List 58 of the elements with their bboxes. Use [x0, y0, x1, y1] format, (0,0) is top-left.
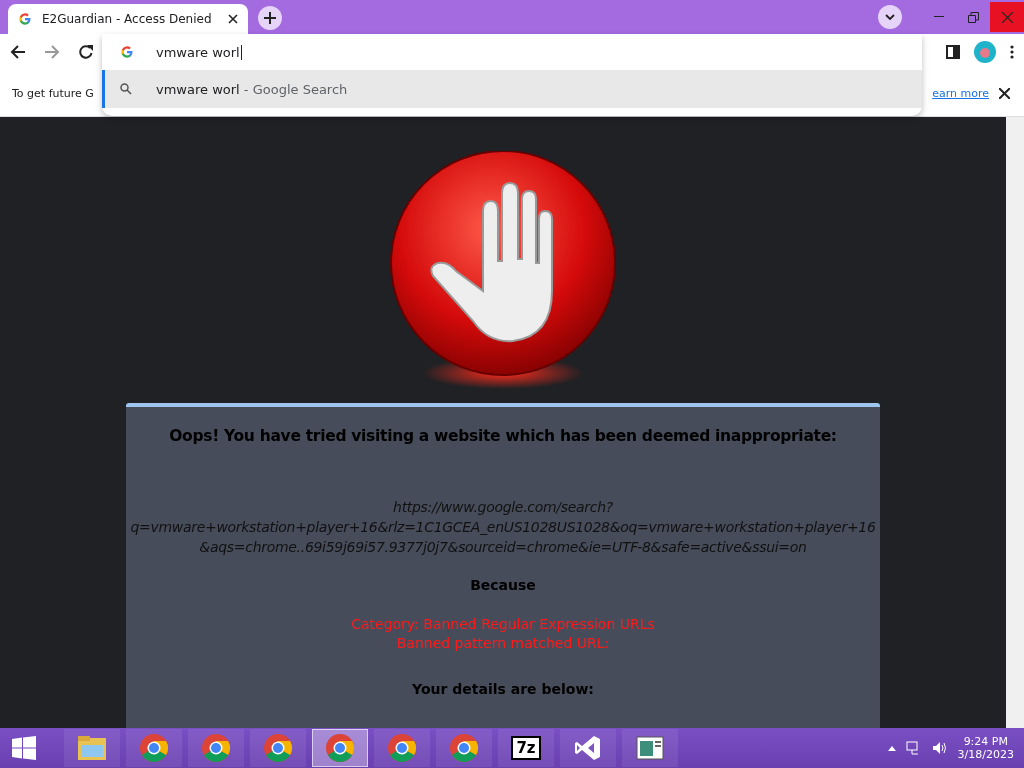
tab-search-button[interactable]: [878, 5, 902, 29]
volume-icon[interactable]: [931, 741, 948, 755]
because-label: Because: [470, 577, 536, 593]
favicon-icon: [18, 12, 32, 26]
card-heading: Oops! You have tried visiting a website which has been deemed inappropriate:: [169, 427, 837, 445]
address-input[interactable]: vmware worl: [156, 44, 242, 60]
new-tab-button[interactable]: [258, 6, 282, 30]
taskbar-button[interactable]: [250, 729, 306, 767]
taskbar-button[interactable]: 7z: [498, 729, 554, 767]
minimize-icon: [934, 16, 944, 18]
taskbar-button[interactable]: [312, 729, 368, 767]
browser-tab[interactable]: E2Guardian - Access Denied: [8, 4, 248, 34]
clock-date: 3/18/2023: [957, 748, 1014, 761]
infobar-text: To get future G: [12, 86, 94, 100]
taskbar-button[interactable]: [374, 729, 430, 767]
taskbar-button[interactable]: [188, 729, 244, 767]
taskbar-button[interactable]: [622, 729, 678, 767]
search-icon: [120, 83, 132, 95]
reload-icon[interactable]: [78, 44, 94, 60]
chrome-icon: [263, 733, 293, 763]
google-g-icon: [120, 45, 134, 59]
infinity-logo-icon: [574, 734, 602, 762]
chevron-down-icon: [885, 14, 895, 20]
chrome-icon: [139, 733, 169, 763]
caret-up-icon[interactable]: [887, 745, 896, 751]
close-window-button[interactable]: [990, 2, 1024, 32]
chrome-icon: [201, 733, 231, 763]
blocked-url: https://www.google.com/search? q=vmware+workstation+player+16&rlz=1C1GCEA_enUS1028US1028&oq=vmware+workstation+player+16 &aqs=chrome..69i59j69i57.9377j0j7&sourceid=chrome&ie=UTF-8&safe=active&ssui=on: [130, 498, 876, 557]
window-app-icon: [636, 736, 664, 760]
block-reason: Banned pattern matched URL:: [395, 634, 611, 653]
close-icon[interactable]: [228, 14, 238, 24]
scrollbar[interactable]: [1006, 117, 1024, 728]
taskbar-button[interactable]: [436, 729, 492, 767]
profile-avatar-icon[interactable]: [974, 41, 996, 63]
taskbar-button[interactable]: [560, 729, 616, 767]
tab-title: E2Guardian - Access Denied: [42, 12, 213, 26]
details-heading: Your details are below:: [412, 681, 594, 697]
chrome-icon: [449, 733, 479, 763]
windows-start-icon[interactable]: [12, 736, 36, 760]
taskbar-button[interactable]: [126, 729, 182, 767]
sevenzip-icon: 7z: [511, 736, 541, 760]
clock-time: 9:24 PM: [963, 735, 1008, 748]
menu-icon[interactable]: [1010, 45, 1014, 59]
chrome-icon: [325, 733, 355, 763]
close-icon[interactable]: [999, 87, 1010, 99]
block-reason: Category: Banned Regular Expression URLs: [351, 615, 655, 634]
taskbar-clock[interactable]: 9:24 PM 3/18/2023: [957, 735, 1014, 761]
search-suggestion[interactable]: vmware worl - Google Search: [102, 70, 922, 108]
plus-icon: [264, 12, 276, 24]
forward-icon[interactable]: [44, 44, 60, 60]
restore-icon: [967, 11, 979, 23]
chrome-icon: [387, 733, 417, 763]
side-panel-icon[interactable]: [946, 45, 960, 59]
close-icon: [1001, 11, 1013, 23]
taskbar-button[interactable]: [64, 729, 120, 767]
learn-more-link[interactable]: earn more: [932, 86, 989, 100]
back-icon[interactable]: [10, 44, 26, 60]
folder-icon: [77, 735, 107, 761]
